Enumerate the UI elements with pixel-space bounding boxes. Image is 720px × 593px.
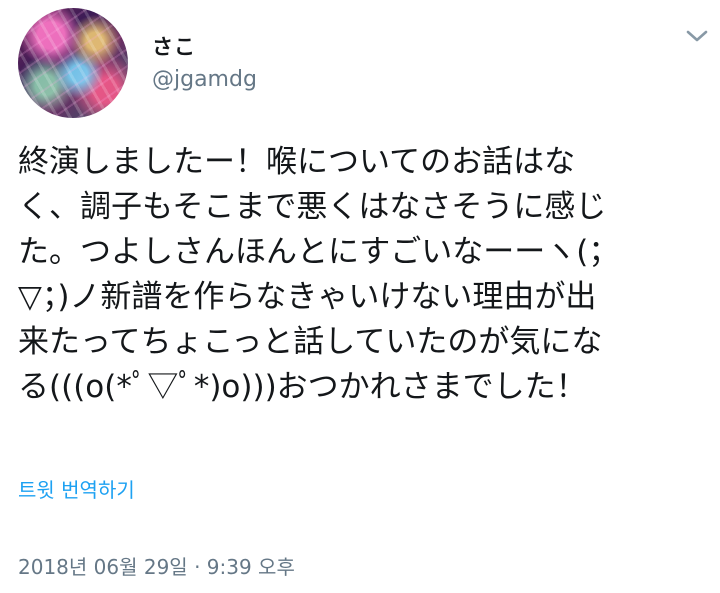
display-name[interactable]: さこ: [152, 31, 196, 61]
chevron-down-icon[interactable]: [684, 26, 710, 46]
tweet-text-line: ▽；)ノ新譜を作らなきゃいけない理由が出: [18, 279, 597, 315]
tweet-text-line: る(((o(*ﾟ▽ﾟ*)o)))おつかれさまでした！: [18, 369, 587, 405]
tweet-text-line: 終演しましたー！喉についてのお話はな: [18, 144, 576, 180]
tweet-timestamp[interactable]: 2018년 06월 29일 · 9:39 오후: [18, 551, 295, 580]
translate-tweet-link[interactable]: 트윗 번역하기: [18, 474, 135, 503]
username[interactable]: @jgamdg: [152, 67, 257, 92]
tweet-text-line: く、調子もそこまで悪くはなさそうに感じ: [18, 189, 607, 225]
avatar[interactable]: [18, 8, 128, 118]
tweet-text-line: 来たってちょこっと話していたのが気にな: [18, 324, 603, 360]
tweet-text: 終演しましたー！喉についてのお話はな く、調子もそこまで悪くはなさそうに感じ た…: [18, 140, 708, 410]
tweet-text-line: た。つよしさんほんとにすごいなーーヽ(；: [18, 234, 620, 270]
